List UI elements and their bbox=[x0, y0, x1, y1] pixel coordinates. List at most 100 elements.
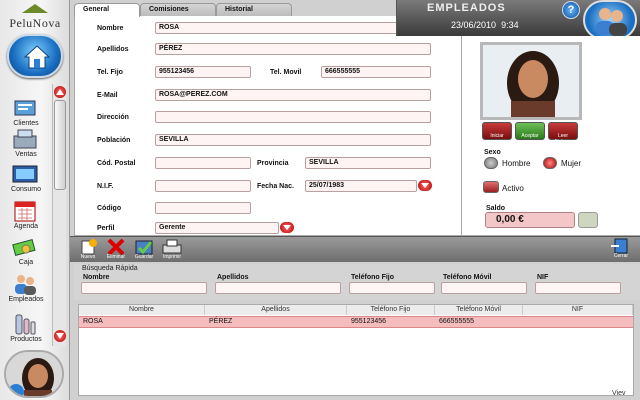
sales-icon bbox=[13, 129, 37, 149]
perfil-dropdown-button[interactable] bbox=[280, 222, 294, 233]
load-file-button[interactable]: Leer Fichero bbox=[548, 122, 578, 145]
scroll-down-button[interactable] bbox=[54, 330, 66, 342]
print-button[interactable]: Imprimir bbox=[160, 239, 184, 261]
help-button[interactable]: ? bbox=[562, 1, 580, 19]
col-header-tel-fijo[interactable]: Teléfono Fijo bbox=[347, 305, 435, 315]
qs-apellidos-label: Apellidos bbox=[217, 274, 249, 281]
logo: PeluNova bbox=[2, 4, 68, 30]
col-header-nif[interactable]: NIF bbox=[523, 305, 633, 315]
cell-apellidos: PÉREZ bbox=[209, 318, 233, 325]
close-button[interactable]: Cerrar bbox=[607, 238, 635, 260]
save-button[interactable]: Guardar bbox=[132, 239, 156, 261]
provincia-field[interactable]: SEVILLA bbox=[305, 157, 431, 169]
tab-comisiones[interactable]: Comisiones bbox=[140, 3, 216, 16]
employee-photo-image bbox=[483, 45, 579, 117]
qs-nombre-input[interactable] bbox=[81, 282, 207, 294]
scroll-up-button[interactable] bbox=[54, 86, 66, 98]
qs-tel-fijo-input[interactable] bbox=[349, 282, 435, 294]
employees-icon bbox=[15, 275, 36, 295]
viewer-label: Viev bbox=[612, 390, 626, 397]
apellidos-label: Apellidos bbox=[97, 46, 129, 53]
header-time: 9:34 bbox=[501, 20, 519, 30]
cell-tel-movil: 666555555 bbox=[439, 318, 475, 325]
tab-historial[interactable]: Historial bbox=[216, 3, 292, 16]
photo-accept-label: Aceptar bbox=[521, 133, 539, 139]
new-button[interactable]: Nuevo bbox=[76, 239, 100, 261]
direccion-field[interactable] bbox=[155, 111, 431, 123]
chevron-down-icon bbox=[56, 333, 64, 339]
fecha-nac-label: Fecha Nac. bbox=[257, 183, 294, 190]
table-row[interactable]: ROSA PÉREZ 955123456 666555555 bbox=[79, 316, 633, 328]
cod-postal-field[interactable] bbox=[155, 157, 251, 169]
nombre-field[interactable]: ROSA bbox=[155, 22, 431, 34]
clients-icon bbox=[14, 100, 36, 116]
new-label: Nuevo bbox=[80, 254, 96, 260]
scroll-thumb[interactable] bbox=[54, 100, 66, 190]
print-icon bbox=[162, 239, 182, 254]
header-datetime: 23/06/2010 9:34 bbox=[451, 20, 519, 30]
fecha-nac-field[interactable]: 25/07/1983 bbox=[305, 180, 417, 192]
qs-apellidos-input[interactable] bbox=[215, 282, 341, 294]
email-field[interactable]: ROSA@PEREZ.COM bbox=[155, 89, 431, 101]
sidebar-item-label: Agenda bbox=[13, 223, 39, 230]
tab-general[interactable]: General bbox=[74, 3, 140, 17]
close-label: Cerrar bbox=[613, 253, 629, 259]
sidebar-item-consumo[interactable]: Consumo bbox=[0, 162, 52, 198]
sidebar-item-caja[interactable]: Caja bbox=[0, 235, 52, 271]
tel-fijo-field[interactable]: 955123456 bbox=[155, 66, 251, 78]
sidebar-item-label: Consumo bbox=[11, 186, 41, 193]
sidebar-item-empleados[interactable]: Empleados bbox=[0, 272, 52, 308]
sexo-mujer-radio[interactable] bbox=[543, 157, 557, 169]
sidebar-item-productos[interactable]: Productos bbox=[0, 312, 52, 348]
col-header-apellidos[interactable]: Apellidos bbox=[205, 305, 347, 315]
qs-nif-input[interactable] bbox=[535, 282, 621, 294]
activo-checkbox[interactable] bbox=[483, 181, 499, 193]
nombre-label: Nombre bbox=[97, 25, 124, 32]
user-photo-icon bbox=[6, 352, 62, 396]
email-label: E-Mail bbox=[97, 92, 118, 99]
camera-start-button[interactable]: Iniciar bbox=[482, 122, 512, 140]
delete-icon bbox=[107, 238, 125, 256]
saldo-label: Saldo bbox=[486, 205, 506, 212]
sidebar-item-ventas[interactable]: Ventas bbox=[0, 127, 52, 163]
sidebar-item-label: Productos bbox=[10, 336, 42, 343]
codigo-label: Código bbox=[97, 205, 122, 212]
chevron-up-icon bbox=[56, 89, 64, 95]
col-header-nombre[interactable]: Nombre bbox=[79, 305, 205, 315]
delete-button[interactable]: Eliminar bbox=[104, 238, 128, 261]
sexo-hombre-radio[interactable] bbox=[484, 157, 498, 169]
cash-icon bbox=[12, 239, 36, 257]
tel-fijo-label: Tel. Fijo bbox=[97, 69, 123, 76]
sidebar-item-label: Empleados bbox=[8, 296, 44, 303]
fecha-nac-dropdown-button[interactable] bbox=[418, 180, 432, 191]
print-label: Imprimir bbox=[162, 254, 182, 260]
header-date: 23/06/2010 bbox=[451, 20, 497, 30]
employee-photo bbox=[480, 42, 582, 120]
sidebar-scrollbar[interactable] bbox=[52, 84, 66, 346]
user-avatar[interactable] bbox=[4, 350, 64, 398]
new-icon bbox=[81, 239, 97, 255]
codigo-field[interactable] bbox=[155, 202, 251, 214]
perfil-select[interactable]: Gerente bbox=[155, 222, 279, 234]
sidebar-item-agenda[interactable]: Agenda bbox=[0, 199, 52, 235]
photo-accept-button[interactable]: Aceptar bbox=[515, 122, 545, 140]
toolbar: Nuevo Eliminar Guardar Imprimir bbox=[70, 236, 640, 262]
cell-nombre: ROSA bbox=[83, 318, 103, 325]
tel-movil-field[interactable]: 666555555 bbox=[321, 66, 431, 78]
col-header-tel-movil[interactable]: Teléfono Móvil bbox=[435, 305, 523, 315]
sexo-mujer-label: Mujer bbox=[561, 159, 582, 168]
home-icon bbox=[23, 45, 51, 69]
home-button[interactable] bbox=[7, 34, 63, 78]
qs-tel-movil-input[interactable] bbox=[441, 282, 527, 294]
apellidos-field[interactable]: PÉREZ bbox=[155, 43, 431, 55]
sidebar-item-label: Ventas bbox=[15, 151, 37, 158]
sidebar-item-label: Clientes bbox=[13, 120, 39, 127]
employees-module-icon bbox=[583, 0, 637, 40]
poblacion-field[interactable]: SEVILLA bbox=[155, 134, 431, 146]
employees-table: Nombre Apellidos Teléfono Fijo Teléfono … bbox=[78, 304, 634, 396]
load-file-label: Leer Fichero bbox=[554, 133, 572, 145]
nif-label: N.I.F. bbox=[97, 183, 114, 190]
nif-field[interactable] bbox=[155, 180, 251, 192]
saldo-detail-button[interactable] bbox=[578, 212, 598, 228]
chevron-down-icon bbox=[283, 225, 291, 230]
